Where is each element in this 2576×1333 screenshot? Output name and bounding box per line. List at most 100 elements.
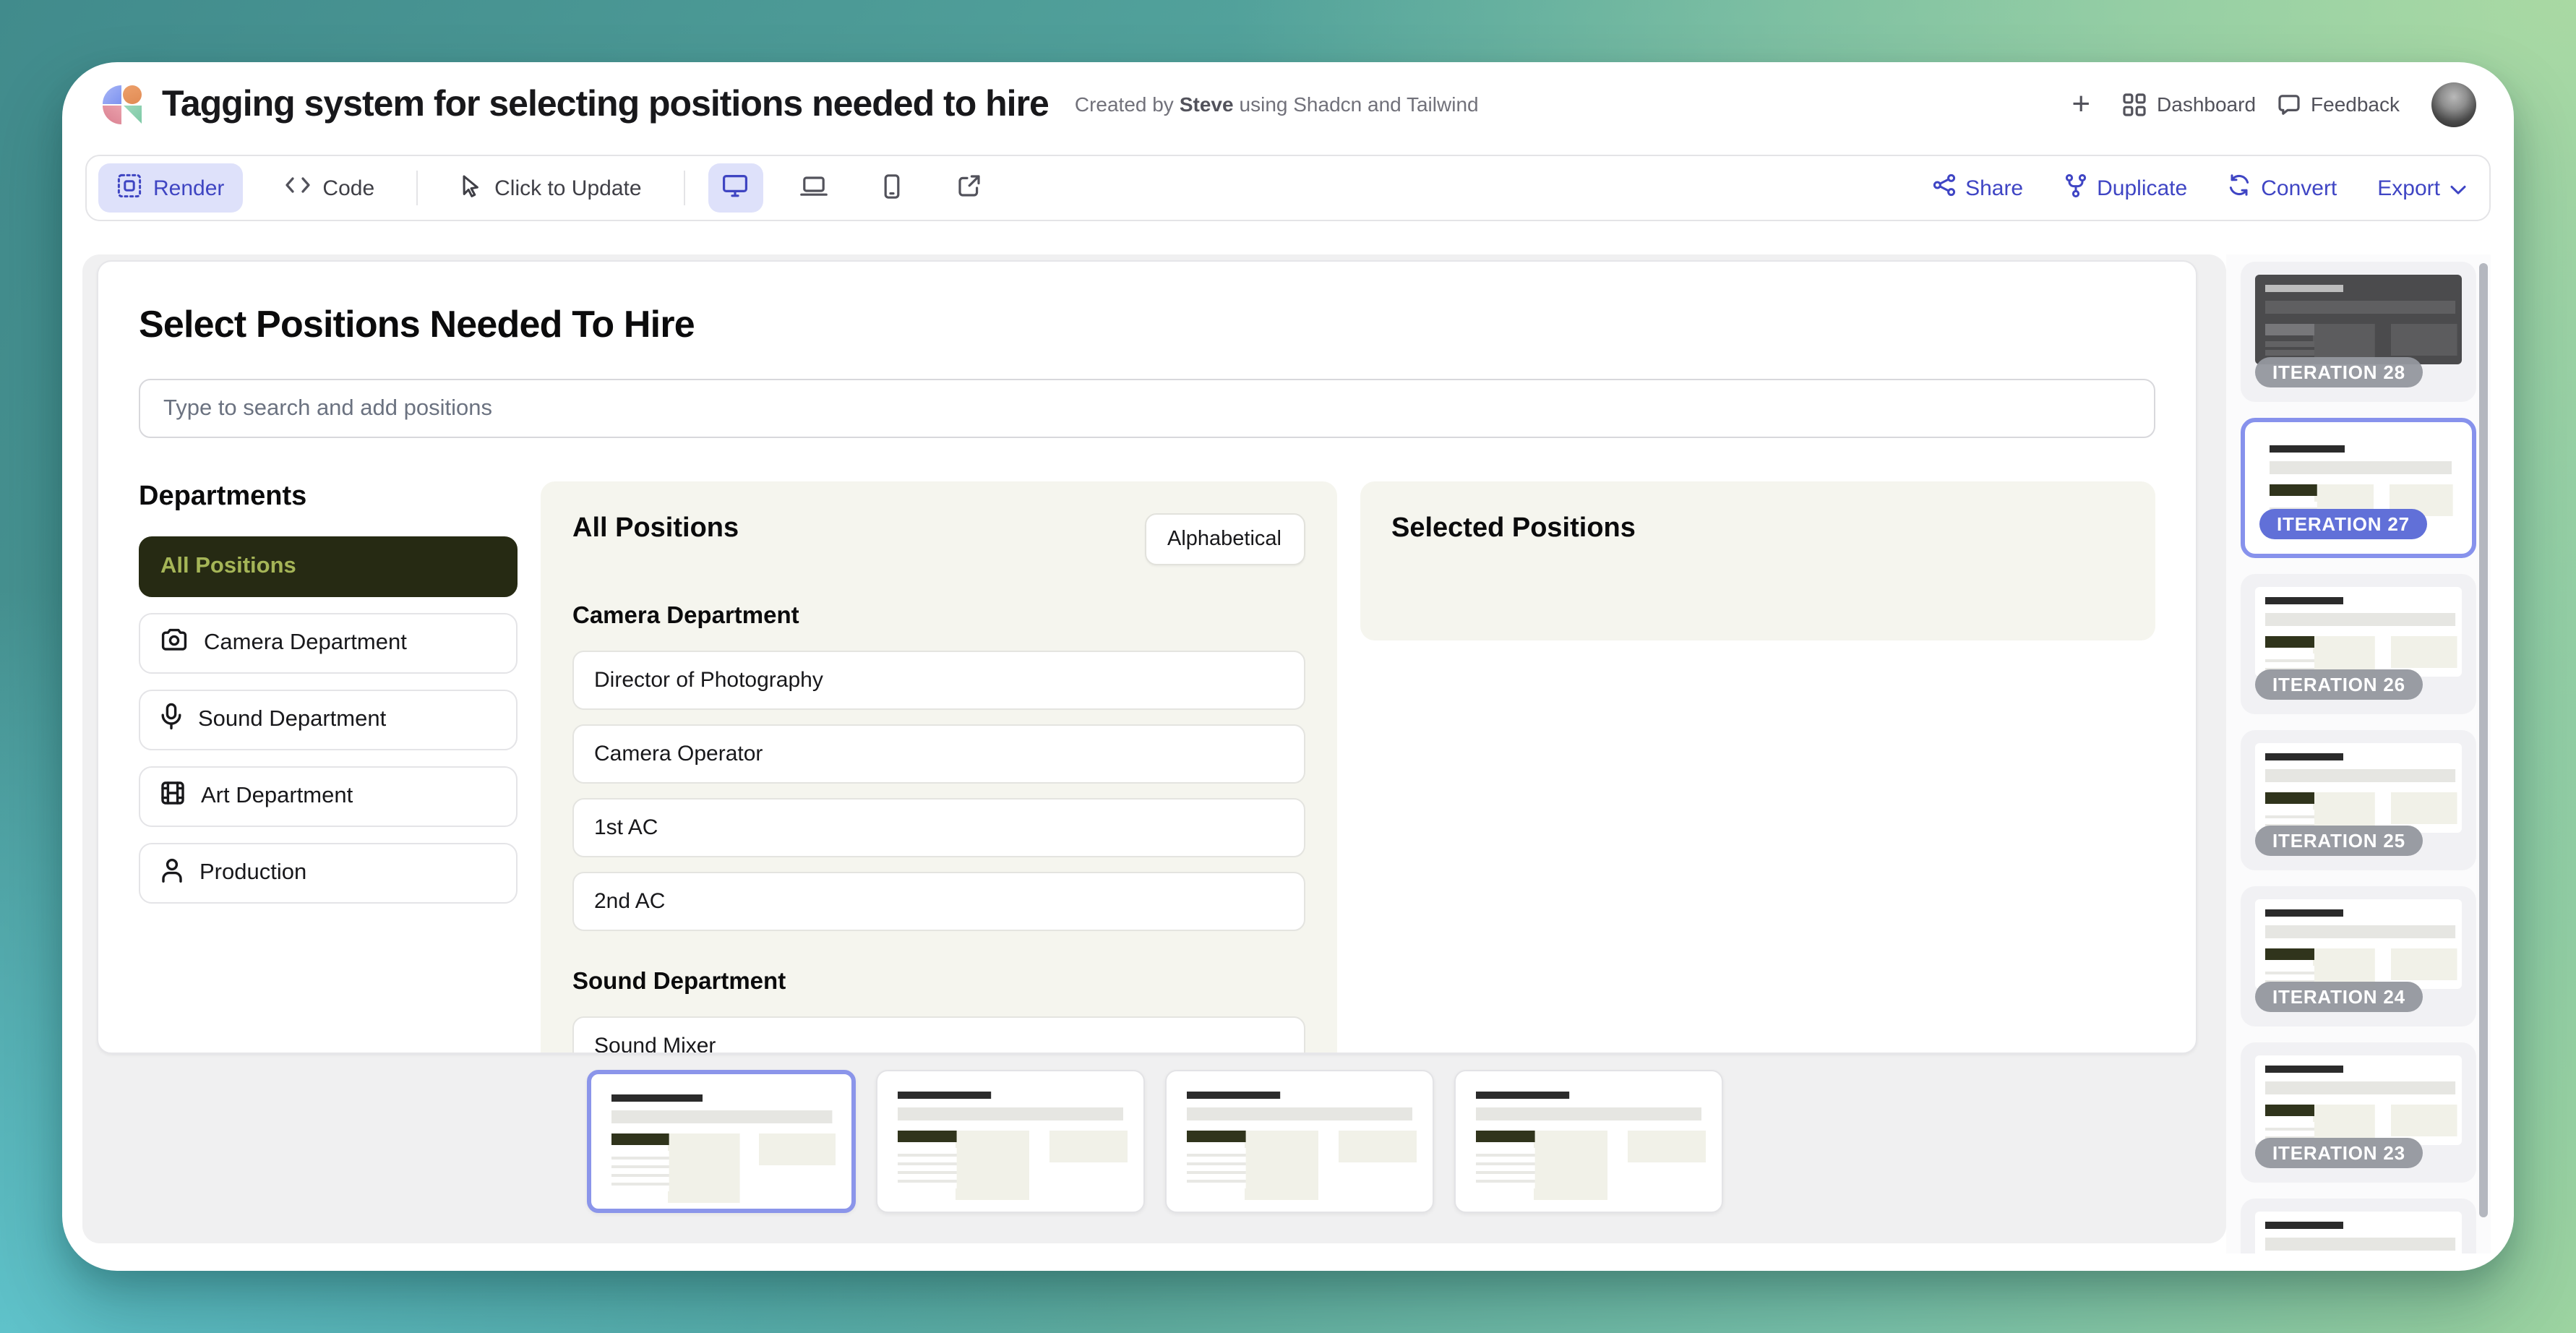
department-label: Sound Department	[198, 707, 386, 733]
position-item[interactable]: Camera Operator	[572, 724, 1305, 784]
dashboard-grid-icon	[2122, 92, 2147, 116]
filmstrip-thumbnail[interactable]	[875, 1070, 1144, 1213]
all-positions-header: All Positions Alphabetical	[572, 513, 1305, 565]
click-to-update-label: Click to Update	[494, 176, 641, 200]
desktop-view-button[interactable]	[708, 163, 763, 213]
iteration-thumbnail	[2255, 743, 2462, 833]
mobile-view-button[interactable]	[864, 163, 919, 213]
laptop-view-button[interactable]	[786, 163, 841, 213]
logo-shape-orange	[123, 85, 142, 103]
feedback-label: Feedback	[2311, 93, 2400, 116]
duplicate-label: Duplicate	[2097, 176, 2187, 200]
sidebar-scrollbar[interactable]	[2479, 263, 2488, 1217]
iteration-label: ITERATION 27	[2259, 509, 2427, 539]
toolbar: Render Code	[85, 155, 2491, 221]
iteration-card-partial[interactable]	[2241, 1199, 2476, 1253]
department-label: Production	[199, 860, 306, 886]
created-by: Created by Steve using Shadcn and Tailwi…	[1075, 93, 1479, 116]
iteration-thumbnail	[2255, 1055, 2462, 1145]
iteration-card-26[interactable]: ITERATION 26	[2241, 574, 2476, 714]
toolbar-divider	[416, 171, 418, 205]
click-to-update-button[interactable]: Click to Update	[441, 163, 660, 213]
filmstrip-thumbnail[interactable]	[1454, 1070, 1722, 1213]
department-label: Camera Department	[204, 630, 407, 656]
mini-preview	[1465, 1081, 1711, 1201]
all-positions-heading: All Positions	[572, 513, 739, 545]
iteration-label: ITERATION 24	[2255, 982, 2423, 1012]
department-button-all-positions[interactable]: All Positions	[139, 536, 518, 597]
share-button[interactable]: Share	[1932, 173, 2023, 202]
iteration-card-28[interactable]: ITERATION 28	[2241, 262, 2476, 402]
selected-positions-heading: Selected Positions	[1391, 513, 2124, 545]
chevron-down-icon	[2450, 176, 2466, 200]
preview-canvas: Select Positions Needed To Hire Departme…	[82, 254, 2226, 1243]
toolbar-left-group: Render Code	[98, 163, 997, 213]
feedback-button[interactable]: Feedback	[2276, 92, 2400, 116]
camera-icon	[160, 627, 188, 659]
iteration-thumbnail	[2255, 899, 2462, 989]
position-item[interactable]: 2nd AC	[572, 872, 1305, 931]
app-columns: Departments All Positions	[139, 481, 2155, 1054]
film-icon	[160, 781, 185, 813]
iterations-sidebar: ITERATION 28 ITERATION 27 ITERATION 26 I…	[2226, 254, 2491, 1253]
department-button-sound[interactable]: Sound Department	[139, 690, 518, 750]
filmstrip-thumbnail[interactable]	[1164, 1070, 1433, 1213]
avatar[interactable]	[2431, 82, 2476, 127]
filmstrip-thumbnail-selected[interactable]	[586, 1070, 855, 1213]
fork-icon	[2064, 173, 2087, 203]
position-item[interactable]: Director of Photography	[572, 651, 1305, 710]
position-item[interactable]: 1st AC	[572, 798, 1305, 857]
share-icon	[1932, 173, 1955, 202]
code-icon	[285, 175, 311, 201]
phone-icon	[883, 173, 901, 203]
render-label: Render	[153, 176, 224, 200]
main-content: Select Positions Needed To Hire Departme…	[82, 254, 2491, 1253]
microphone-icon	[160, 703, 182, 737]
iteration-card-25[interactable]: ITERATION 25	[2241, 730, 2476, 870]
position-item[interactable]: Sound Mixer	[572, 1016, 1305, 1054]
logo-shape-pink	[103, 105, 121, 124]
toolbar-right-group: Share Duplicate	[1932, 173, 2466, 203]
convert-label: Convert	[2261, 176, 2337, 200]
sort-alphabetical-button[interactable]: Alphabetical	[1144, 513, 1305, 565]
iteration-thumbnail	[2255, 1212, 2462, 1253]
group-heading-camera: Camera Department	[572, 603, 1305, 630]
iteration-card-23[interactable]: ITERATION 23	[2241, 1042, 2476, 1183]
external-link-icon	[958, 173, 982, 202]
dashboard-label: Dashboard	[2157, 93, 2256, 116]
department-button-camera[interactable]: Camera Department	[139, 613, 518, 674]
convert-icon	[2228, 173, 2251, 202]
new-project-button[interactable]: +	[2071, 88, 2090, 120]
mini-preview	[601, 1084, 841, 1204]
export-button[interactable]: Export	[2377, 176, 2466, 200]
page-title: Tagging system for selecting positions n…	[162, 83, 1049, 125]
duplicate-button[interactable]: Duplicate	[2064, 173, 2187, 203]
iteration-filmstrip	[586, 1070, 1722, 1213]
app-preview-card: Select Positions Needed To Hire Departme…	[97, 260, 2197, 1054]
share-label: Share	[1965, 176, 2023, 200]
iteration-label: ITERATION 23	[2255, 1138, 2423, 1168]
departments-column: Departments All Positions	[139, 481, 518, 920]
cursor-icon	[460, 173, 483, 203]
department-label: Art Department	[201, 784, 353, 810]
iteration-card-24[interactable]: ITERATION 24	[2241, 886, 2476, 1026]
position-search-input[interactable]	[139, 379, 2155, 438]
dashboard-button[interactable]: Dashboard	[2122, 92, 2256, 116]
person-icon	[160, 857, 184, 890]
author-name: Steve	[1180, 93, 1234, 116]
iteration-thumbnail	[2255, 587, 2462, 677]
feedback-bubble-icon	[2276, 92, 2301, 116]
convert-button[interactable]: Convert	[2228, 173, 2337, 202]
iteration-label: ITERATION 25	[2255, 826, 2423, 856]
iteration-label: ITERATION 26	[2255, 669, 2423, 700]
mini-preview	[887, 1081, 1133, 1201]
department-button-art[interactable]: Art Department	[139, 766, 518, 827]
open-preview-button[interactable]	[943, 163, 997, 213]
department-button-production[interactable]: Production	[139, 843, 518, 904]
departments-heading: Departments	[139, 481, 518, 513]
code-tab[interactable]: Code	[266, 163, 393, 213]
iteration-card-27-selected[interactable]: ITERATION 27	[2241, 418, 2476, 558]
mini-preview	[1176, 1081, 1422, 1201]
group-heading-sound: Sound Department	[572, 969, 1305, 996]
render-tab[interactable]: Render	[98, 163, 243, 213]
